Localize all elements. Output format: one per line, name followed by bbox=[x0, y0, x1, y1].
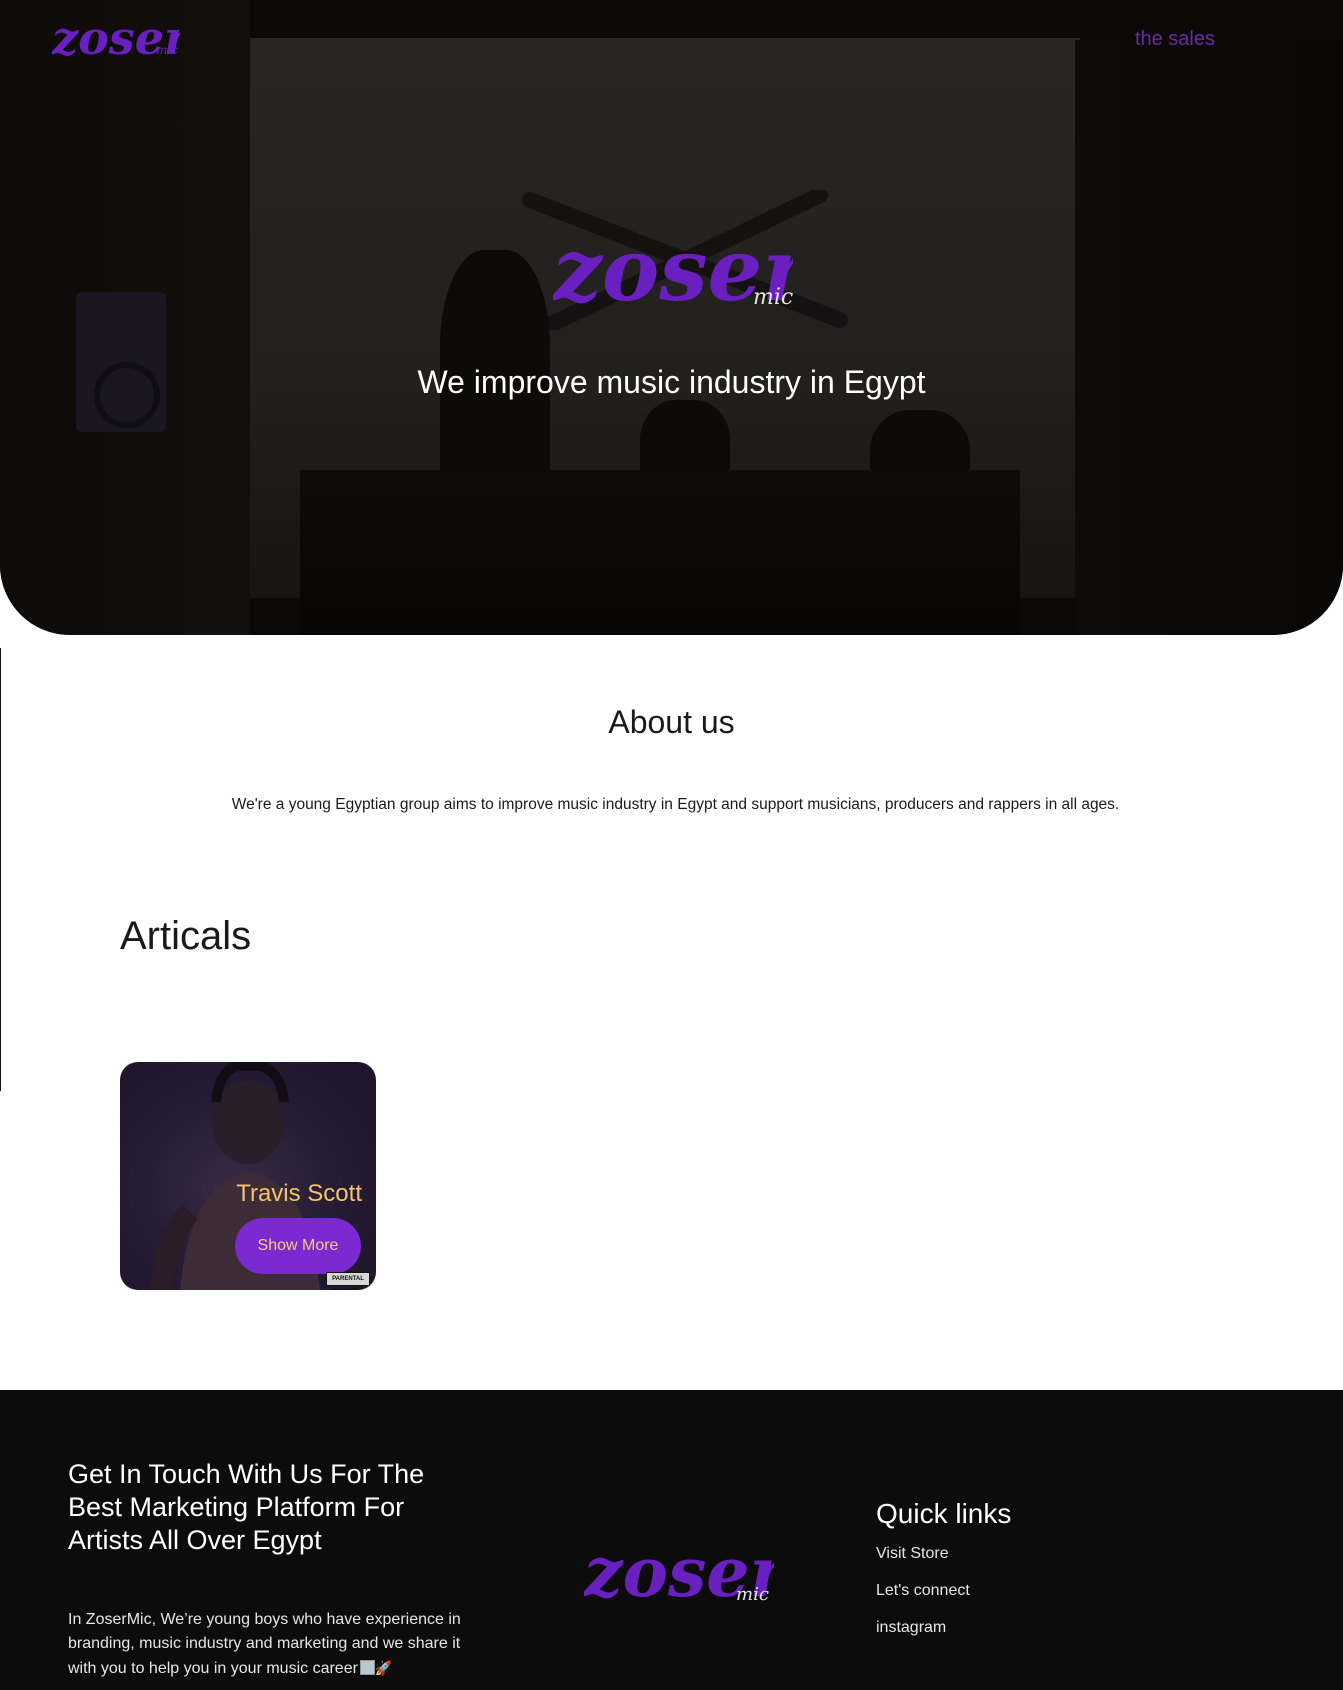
hero-tagline: We improve music industry in Egypt bbox=[417, 364, 926, 400]
about-title: About us bbox=[608, 704, 735, 740]
visit-store-link[interactable]: Visit Store bbox=[876, 1545, 949, 1562]
footer: Get In Touch With Us For The Best Market… bbox=[0, 1390, 1343, 1690]
footer-logo-subtext: mic bbox=[736, 1584, 769, 1605]
footer-logo: zoser mic bbox=[584, 1536, 774, 1613]
instagram-link[interactable]: instagram bbox=[876, 1619, 946, 1636]
quick-link-item: instagram bbox=[876, 1619, 970, 1656]
parental-advisory-label: PARENTAL ADVISORY bbox=[326, 1272, 370, 1290]
article-card-title: Travis Scott bbox=[236, 1180, 362, 1207]
hero-logo: zoser mic bbox=[553, 220, 793, 321]
footer-heading: Get In Touch With Us For The Best Market… bbox=[68, 1459, 425, 1555]
lets-connect-link[interactable]: Let's connect bbox=[876, 1582, 970, 1599]
footer-description: In ZoserMic, We’re young boys who have e… bbox=[68, 1608, 468, 1681]
nav-the-sales-link[interactable]: the sales bbox=[1135, 28, 1215, 51]
articles-title: Articals bbox=[120, 914, 252, 958]
quick-links-list: Visit Store Let's connect instagram bbox=[876, 1545, 970, 1656]
quick-link-item: Visit Store bbox=[876, 1545, 970, 1582]
show-more-button[interactable]: Show More bbox=[235, 1218, 361, 1274]
quick-links-title: Quick links bbox=[876, 1498, 1012, 1529]
logo-subtext: mic bbox=[156, 43, 178, 57]
hero-logo-subtext: mic bbox=[753, 285, 793, 310]
hero-section: zoser mic the sales zoser mic We improve… bbox=[0, 0, 1343, 635]
rocket-icon: 🚀 bbox=[374, 1660, 393, 1676]
quick-link-item: Let's connect bbox=[876, 1582, 970, 1619]
image-icon bbox=[359, 1660, 375, 1675]
article-card[interactable]: Travis Scott Show More PARENTAL ADVISORY bbox=[120, 1062, 376, 1290]
footer-description-text: In ZoserMic, We’re young boys who have e… bbox=[68, 1611, 461, 1677]
about-text: We're a young Egyptian group aims to imp… bbox=[231, 796, 1120, 813]
site-logo[interactable]: zoser mic bbox=[52, 10, 180, 70]
